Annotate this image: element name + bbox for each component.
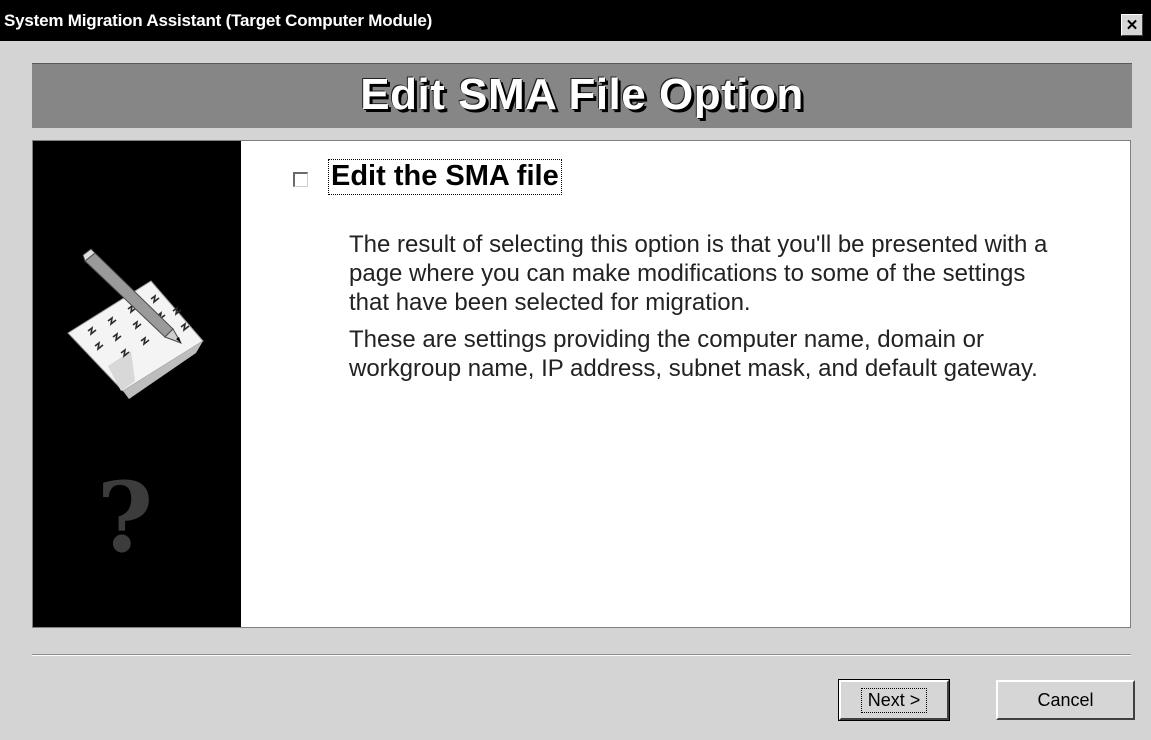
next-button-label: Next > — [860, 687, 928, 713]
svg-text:?: ? — [97, 461, 153, 574]
option-content: Edit the SMA file The result of selectin… — [241, 141, 1130, 627]
description-paragraph-1: The result of selecting this option is t… — [349, 231, 1048, 316]
description-paragraph-2: These are settings providing the compute… — [349, 326, 1038, 382]
close-button[interactable]: ✕ — [1121, 14, 1143, 36]
sidebar-art: ? — [67, 248, 204, 574]
option-label-text: Edit the SMA file — [331, 160, 559, 192]
cancel-button[interactable]: Cancel — [996, 680, 1135, 720]
title-bar: System Migration Assistant (Target Compu… — [0, 0, 1151, 41]
window-title: System Migration Assistant (Target Compu… — [4, 11, 433, 30]
sidebar: ? — [33, 141, 241, 627]
page-banner: Edit SMA File Option — [32, 63, 1132, 128]
question-mark-icon: ? — [97, 461, 153, 574]
edit-sma-option-label[interactable]: Edit the SMA file — [328, 159, 562, 195]
next-button[interactable]: Next > — [838, 679, 950, 721]
option-description: The result of selecting this option is t… — [349, 230, 1069, 391]
footer-separator — [32, 654, 1131, 656]
page-title: Edit SMA File Option — [360, 70, 804, 119]
notepad-pencil-icon — [67, 248, 204, 399]
close-icon: ✕ — [1125, 16, 1139, 34]
content-panel: ? Edit the SMA file The result of select… — [32, 140, 1131, 628]
edit-sma-checkbox[interactable] — [293, 172, 308, 187]
cancel-button-label: Cancel — [1037, 689, 1094, 710]
